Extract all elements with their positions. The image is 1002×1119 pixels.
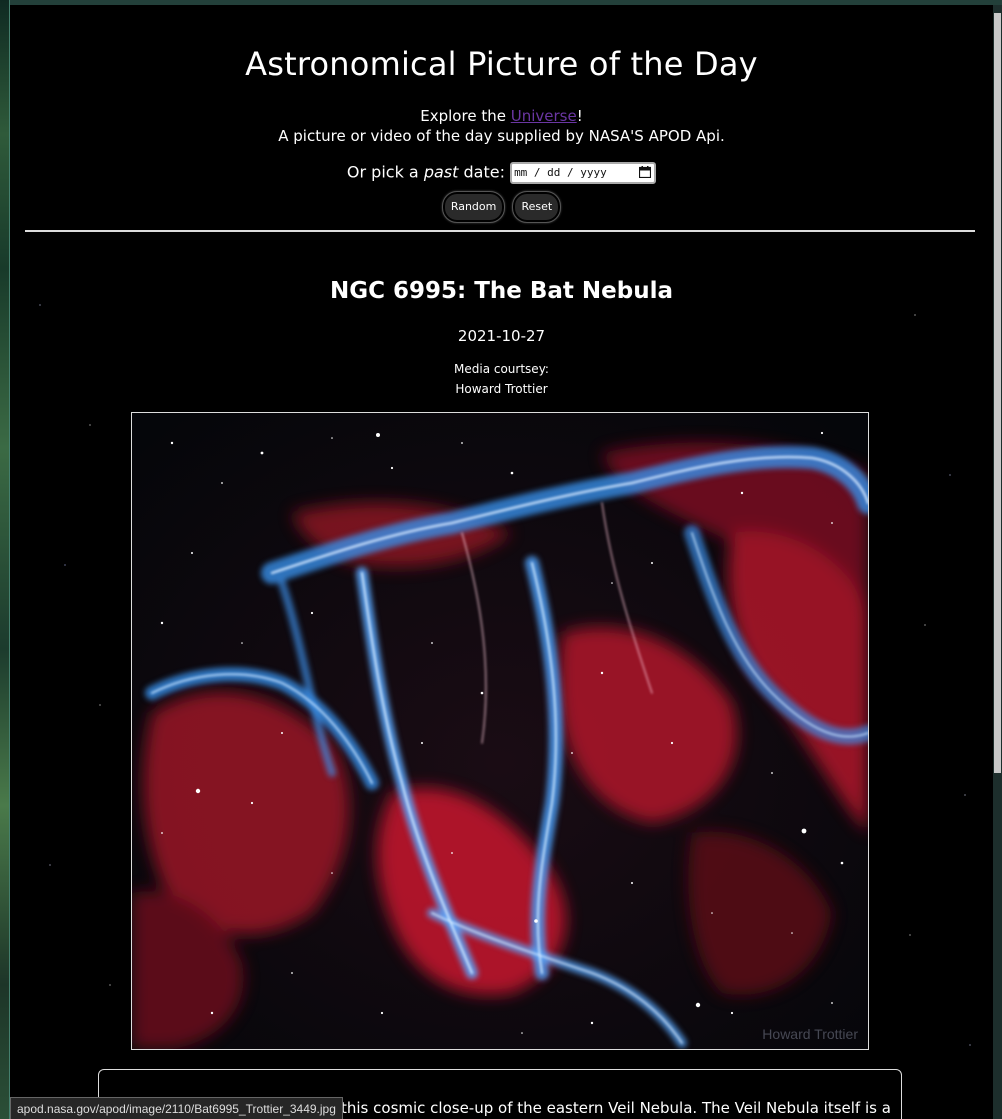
page-title: Astronomical Picture of the Day [245, 45, 758, 83]
explore-prefix: Explore the [420, 107, 511, 125]
apod-page: Astronomical Picture of the Day Explore … [10, 5, 993, 1119]
bat-nebula-image: Howard Trottier [132, 413, 868, 1049]
status-bar-url: apod.nasa.gov/apod/image/2110/Bat6995_Tr… [10, 1097, 343, 1119]
apod-title: NGC 6995: The Bat Nebula [329, 278, 674, 304]
description-text: this cosmic close-up of the eastern Veil… [341, 1099, 891, 1117]
courtesy-name: Howard Trottier [455, 382, 548, 396]
browser-viewport: Astronomical Picture of the Day Explore … [0, 0, 1002, 1119]
date-input-placeholder: mm / dd / yyyy [514, 166, 607, 179]
date-label-suffix: date: [458, 162, 505, 182]
scrollbar-thumb[interactable] [994, 13, 1001, 773]
explore-line: Explore the Universe! [10, 106, 993, 126]
image-watermark: Howard Trottier [762, 1026, 858, 1042]
universe-link[interactable]: Universe [511, 107, 577, 125]
courtesy-label: Media courtsey: [454, 362, 549, 376]
date-label-emphasis: past [423, 162, 459, 182]
date-input[interactable]: mm / dd / yyyy [510, 162, 657, 184]
date-label-prefix: Or pick a [346, 162, 424, 182]
date-picker-row: Or pick a past date: mm / dd / yyyy [10, 162, 993, 184]
tagline: Explore the Universe! A picture or video… [10, 106, 993, 146]
desktop-background-strip [0, 0, 10, 1119]
explore-suffix: ! [576, 107, 583, 125]
header-divider [25, 230, 975, 232]
action-buttons: Random Reset [10, 191, 993, 223]
reset-button[interactable]: Reset [512, 191, 562, 223]
apod-date: 2021-10-27 [457, 327, 546, 345]
vertical-scrollbar[interactable] [993, 5, 1002, 1119]
random-button[interactable]: Random [441, 191, 506, 223]
subtitle: A picture or video of the day supplied b… [278, 127, 725, 145]
apod-image[interactable]: Howard Trottier [131, 412, 869, 1050]
calendar-icon[interactable] [639, 166, 652, 178]
